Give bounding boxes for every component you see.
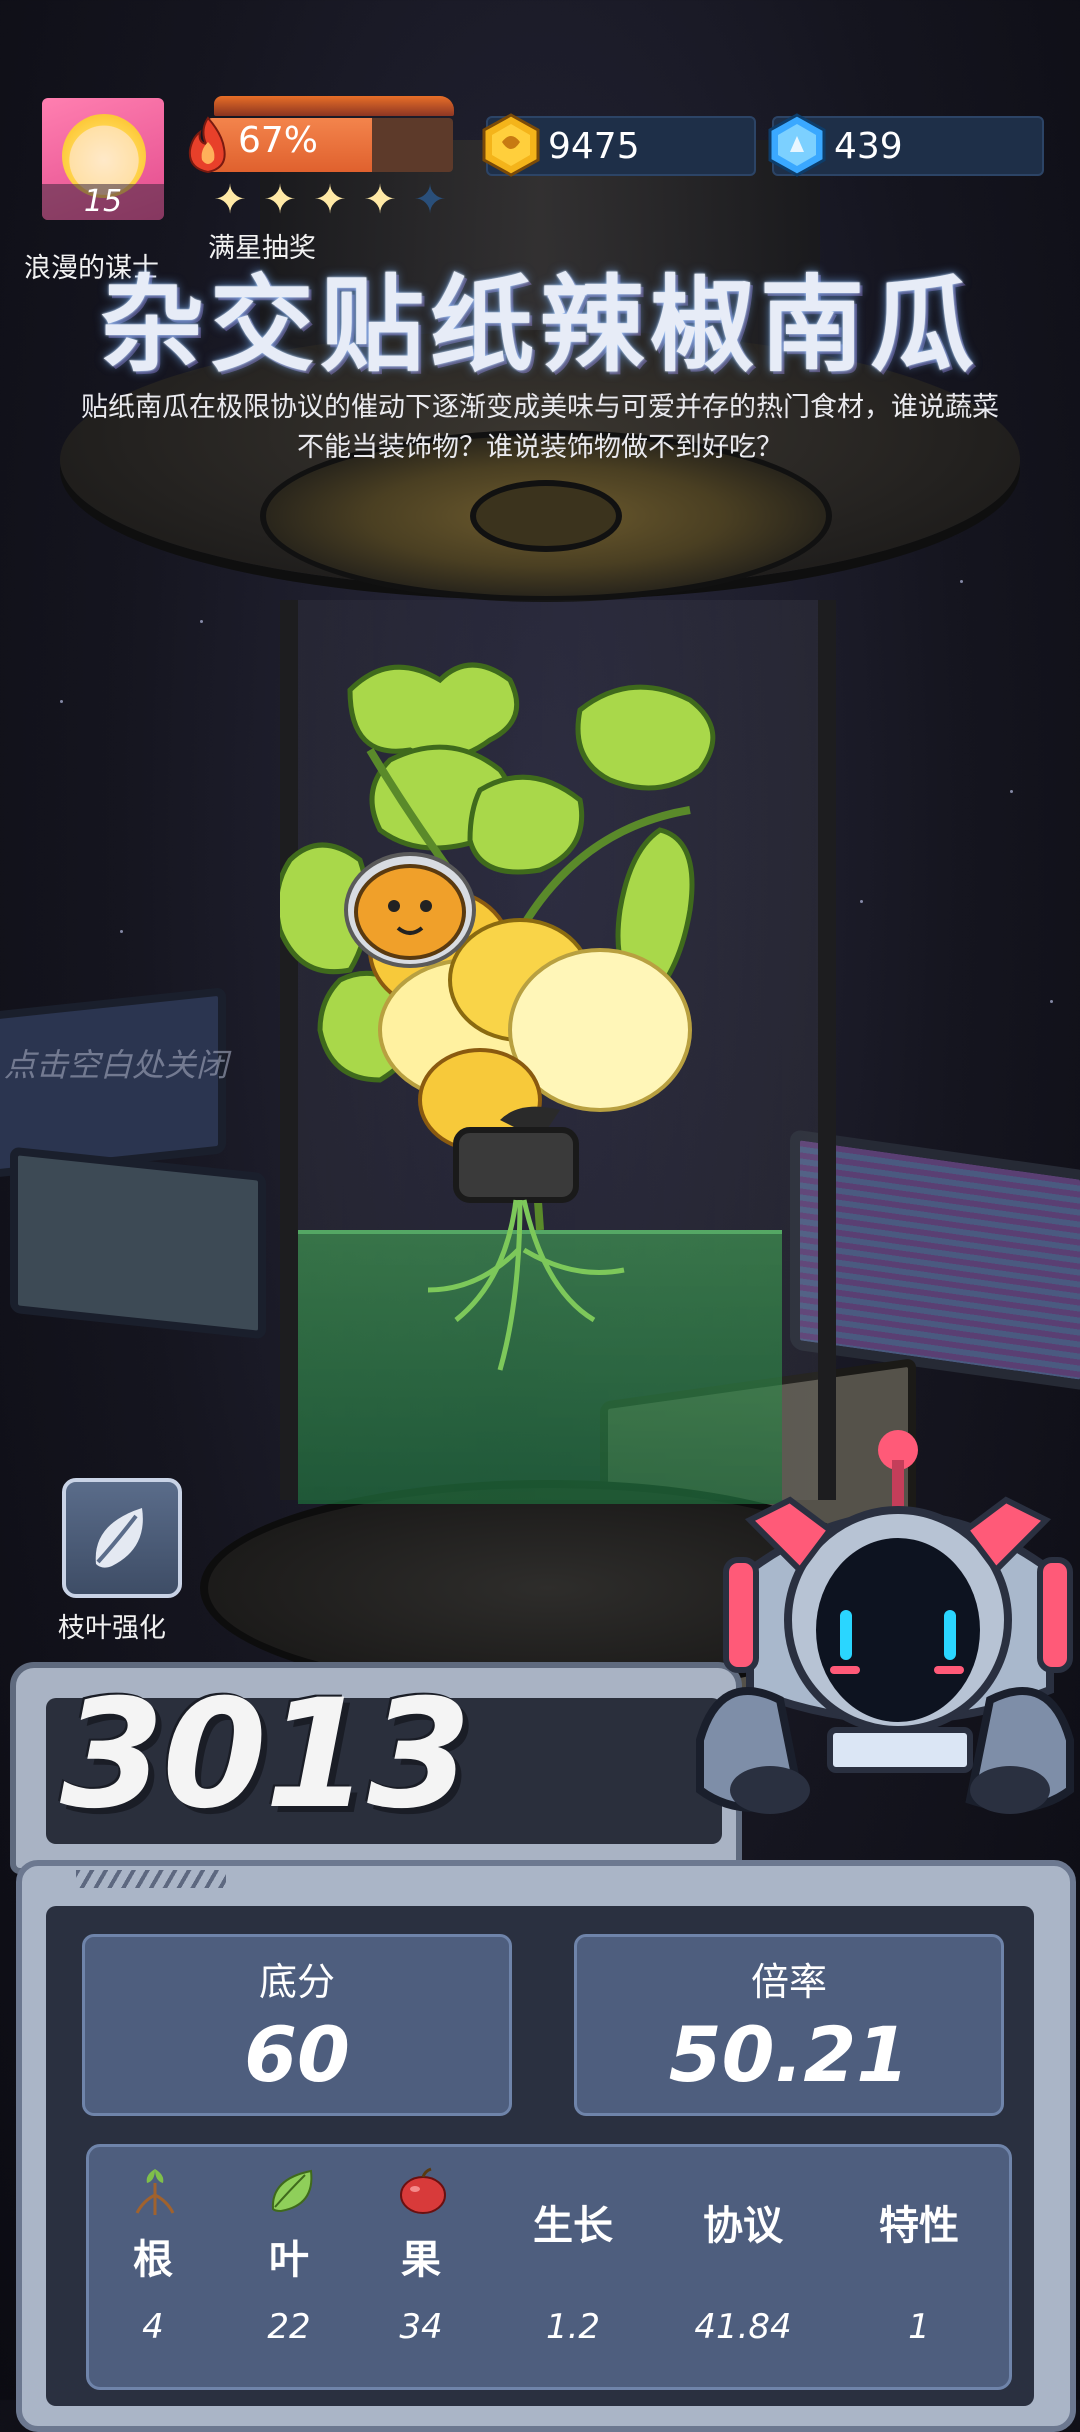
attribute-label: 果 xyxy=(401,2237,441,2283)
star-filled-icon: ✦ xyxy=(263,177,297,223)
panel-stripes xyxy=(76,1870,226,1888)
attribute-label: 根 xyxy=(133,2237,173,2283)
total-score: 3013 xyxy=(60,1668,471,1842)
attribute-value: 4 xyxy=(142,2307,164,2347)
flame-icon xyxy=(188,116,226,174)
attribute-protocol: 协议 41.84 xyxy=(683,2147,803,2387)
machine-hub-center xyxy=(470,480,622,552)
gem-icon xyxy=(768,113,826,177)
root-icon xyxy=(135,2169,175,2215)
energy-flame-decoration xyxy=(214,96,454,116)
attribute-value: 1 xyxy=(908,2307,930,2347)
energy-percent: 67% xyxy=(238,120,319,161)
gold-coin-icon xyxy=(482,113,540,177)
energy-bar: 67% xyxy=(184,96,454,174)
star-filled-icon: ✦ xyxy=(213,177,247,223)
attribute-label: 特性 xyxy=(879,2203,959,2249)
player-level: 15 xyxy=(42,184,164,220)
base-score-value: 60 xyxy=(244,2010,350,2099)
player-avatar[interactable]: 15 xyxy=(42,98,164,220)
attribute-trait: 特性 1 xyxy=(859,2147,979,2387)
gem-amount: 439 xyxy=(834,126,903,167)
gem-currency[interactable]: 439 xyxy=(768,113,1044,177)
attribute-value: 1.2 xyxy=(545,2307,601,2347)
left-lower-monitor xyxy=(10,1146,266,1340)
fruit-icon xyxy=(400,2167,446,2214)
pumpkin-plant-illustration xyxy=(280,662,716,1371)
leaf-icon xyxy=(271,2169,313,2213)
multiplier-label: 倍率 xyxy=(750,1960,827,2004)
star-rating: ✦ ✦ ✦ ✦ ✦ xyxy=(208,177,458,223)
attribute-value: 41.84 xyxy=(694,2307,792,2347)
attribute-root: 根 4 xyxy=(93,2147,213,2387)
gold-currency[interactable]: 9475 xyxy=(482,113,756,177)
base-score-label: 底分 xyxy=(258,1960,335,2004)
attribute-label: 生长 xyxy=(533,2203,613,2249)
multiplier-value: 50.21 xyxy=(668,2010,910,2099)
close-hint[interactable]: 点击空白处关闭 xyxy=(4,1040,228,1086)
leaf-enhance-label: 枝叶强化 xyxy=(58,1613,166,1644)
attribute-label: 叶 xyxy=(269,2237,309,2283)
attribute-growth: 生长 1.2 xyxy=(513,2147,633,2387)
base-score-card: 底分 60 xyxy=(82,1934,512,2116)
gold-amount: 9475 xyxy=(548,126,640,167)
attribute-fruit: 果 34 xyxy=(361,2147,481,2387)
item-title: 杂交贴纸辣椒南瓜 xyxy=(99,264,980,386)
attribute-label: 协议 xyxy=(703,2203,783,2249)
attribute-panel: 根 4 叶 22 果 34 生长 1.2 协议 41.84 特性 1 xyxy=(86,2144,1012,2390)
attribute-value: 22 xyxy=(267,2307,311,2347)
attribute-value: 34 xyxy=(399,2307,443,2347)
multiplier-card: 倍率 50.21 xyxy=(574,1934,1004,2116)
leaf-enhance-button[interactable] xyxy=(62,1478,182,1598)
star-filled-icon: ✦ xyxy=(363,177,397,223)
leaf-icon xyxy=(95,1508,143,1568)
star-filled-icon: ✦ xyxy=(313,177,347,223)
attribute-leaf: 叶 22 xyxy=(229,2147,349,2387)
star-empty-icon: ✦ xyxy=(413,177,447,223)
robot-mascot xyxy=(696,1430,1074,1814)
item-description: 贴纸南瓜在极限协议的催动下逐渐变成美味与可爱并存的热门食材，谁说蔬菜不能当装饰物… xyxy=(81,392,999,463)
